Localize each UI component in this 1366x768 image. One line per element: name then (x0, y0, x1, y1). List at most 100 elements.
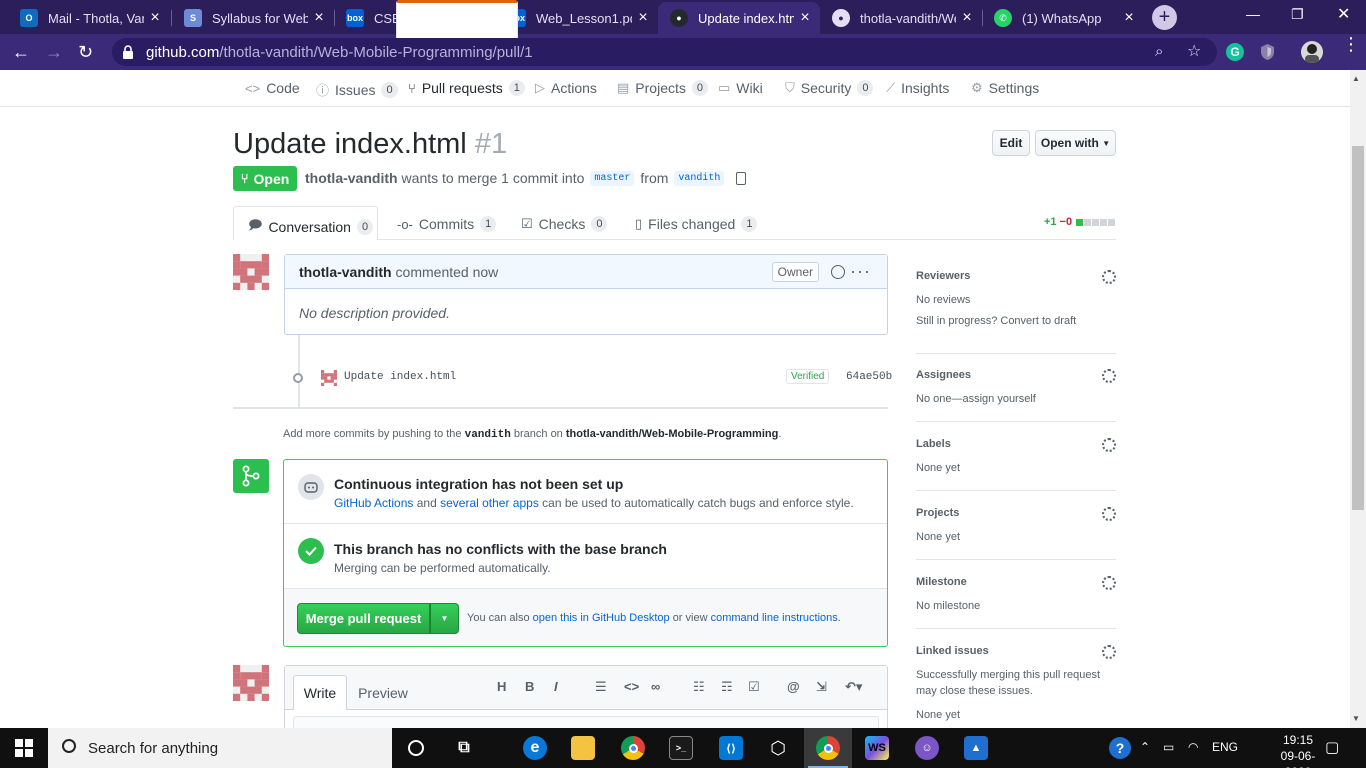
discord-icon[interactable]: ☺ (915, 736, 939, 760)
base-branch[interactable]: master (590, 170, 635, 186)
windows-start-icon[interactable] (15, 739, 33, 757)
reload-icon[interactable]: ↻ (78, 42, 93, 62)
kebab-menu-icon[interactable]: ··· (850, 261, 871, 282)
gear-icon[interactable] (1102, 369, 1116, 383)
pr-tab-commits[interactable]: -o- Commits 1 (397, 216, 497, 232)
mention-icon[interactable]: @ (787, 679, 800, 694)
repo-tab-insights[interactable]: ⟋ Insights (886, 80, 949, 96)
numbered-list-icon[interactable]: ☶ (721, 679, 733, 695)
preview-tab[interactable]: Preview (353, 675, 413, 710)
sidebar-heading[interactable]: Linked issues (916, 645, 1116, 657)
task-list-icon[interactable]: ☑ (748, 679, 760, 695)
cross-reference-icon[interactable]: ⇲ (816, 679, 827, 695)
bulleted-list-icon[interactable]: ☷ (693, 679, 705, 695)
repo-tab-projects[interactable]: ▤ Projects 0 (617, 80, 708, 96)
notification-icon[interactable]: ▢ (1325, 738, 1339, 756)
merge-method-dropdown[interactable]: ▼ (430, 603, 459, 634)
close-tab-icon[interactable]: × (960, 9, 974, 27)
avatar[interactable] (233, 665, 269, 701)
repo-tab-pull-requests[interactable]: ⑂ Pull requests 1 (408, 80, 525, 96)
chrome-active-icon[interactable] (816, 736, 840, 760)
battery-icon[interactable]: ▭ (1163, 740, 1174, 754)
close-tab-icon[interactable]: × (1122, 9, 1136, 27)
minimize-button[interactable]: — (1246, 6, 1260, 22)
photos-icon[interactable]: ▲ (964, 736, 988, 760)
edit-button[interactable]: Edit (992, 130, 1030, 156)
chrome-icon[interactable] (621, 736, 645, 760)
heading-icon[interactable]: H (497, 679, 506, 694)
close-tab-icon[interactable]: × (636, 9, 650, 27)
write-tab[interactable]: Write (293, 675, 347, 710)
commit-author-avatar[interactable] (321, 370, 337, 386)
virtualbox-icon[interactable]: ⬡ (766, 736, 790, 760)
cortana-icon[interactable] (404, 736, 428, 760)
command-line-instructions-link[interactable]: command line instructions (711, 612, 838, 624)
maximize-button[interactable]: ❐ (1291, 6, 1304, 23)
scroll-down-arrow-icon[interactable]: ▼ (1352, 714, 1360, 723)
commit-message-link[interactable]: Update index.html (344, 371, 456, 383)
repo-tab-actions[interactable]: ▷ Actions (535, 80, 597, 96)
assign-yourself-link[interactable]: No one—assign yourself (916, 391, 1116, 407)
convert-to-draft-link[interactable]: Still in progress? Convert to draft (916, 315, 1116, 327)
back-arrow-icon[interactable]: ← (12, 42, 30, 62)
terminal-icon[interactable]: >_ (669, 736, 693, 760)
github-actions-link[interactable]: GitHub Actions (334, 496, 413, 510)
task-view-icon[interactable]: ⧉ (452, 736, 476, 760)
code-icon[interactable]: <> (624, 679, 639, 694)
pr-tab-checks[interactable]: ☑ Checks 0 (521, 216, 608, 232)
bookmark-star-icon[interactable]: ☆ (1187, 41, 1201, 61)
language-indicator[interactable]: ENG (1212, 740, 1238, 754)
scrollbar-thumb[interactable] (1352, 146, 1364, 510)
clipboard-icon[interactable] (736, 171, 747, 185)
browser-tab-whatsapp[interactable]: ✆ (1) WhatsApp × (982, 2, 1144, 34)
new-tab-button[interactable]: + (1152, 5, 1177, 30)
repo-tab-issues[interactable]: ⓘ Issues 0 (316, 80, 398, 99)
quote-icon[interactable]: ☰ (595, 679, 607, 695)
browser-menu-icon[interactable]: ⋮ (1342, 35, 1360, 53)
browser-tab-mail[interactable]: O Mail - Thotla, Vandith × (8, 2, 170, 34)
zoom-search-icon[interactable]: ⌕ (1155, 43, 1163, 60)
close-tab-icon[interactable]: × (798, 9, 812, 27)
pr-author-link[interactable]: thotla-vandith (305, 170, 398, 186)
help-icon[interactable]: ? (1109, 737, 1131, 759)
browser-tab-repo[interactable]: ● thotla-vandith/Web-Mobile × (820, 2, 982, 34)
close-tab-icon[interactable]: × (312, 9, 326, 27)
pr-tab-files-changed[interactable]: ▯ Files changed 1 (635, 216, 758, 232)
other-apps-link[interactable]: several other apps (440, 496, 539, 510)
emoji-reaction-icon[interactable] (831, 265, 845, 279)
close-window-button[interactable]: ✕ (1337, 4, 1350, 24)
tray-chevron-up-icon[interactable]: ⌃ (1140, 740, 1150, 754)
avatar[interactable] (233, 254, 269, 290)
head-branch[interactable]: vandith (674, 170, 725, 186)
merge-pull-request-button[interactable]: Merge pull request (297, 603, 430, 634)
browser-tab-update-index[interactable]: ● Update index.html × (658, 2, 820, 34)
repo-tab-settings[interactable]: ⚙ Settings (971, 80, 1039, 96)
repo-tab-security[interactable]: ⛉ Security 0 (785, 80, 874, 96)
webstorm-icon[interactable]: WS (865, 736, 889, 760)
profile-avatar[interactable] (1301, 41, 1323, 63)
vscode-icon[interactable]: ⟨⟩ (719, 736, 743, 760)
grammarly-icon[interactable]: G (1226, 43, 1244, 61)
bold-icon[interactable]: B (525, 679, 534, 694)
scroll-up-arrow-icon[interactable]: ▲ (1352, 74, 1360, 83)
file-explorer-icon[interactable] (571, 736, 595, 760)
commit-sha-link[interactable]: 64ae50b (846, 371, 892, 383)
comment-author[interactable]: thotla-vandith (299, 264, 392, 280)
gear-icon[interactable] (1102, 438, 1116, 452)
gear-icon[interactable] (1102, 576, 1116, 590)
url-input[interactable]: github.com/thotla-vandith/Web-Mobile-Pro… (112, 38, 1217, 66)
link-icon[interactable]: ∞ (651, 679, 660, 694)
taskbar-search-input[interactable]: Search for anything (48, 728, 392, 768)
clock[interactable]: 19:15 09-06-2020 (1268, 732, 1328, 768)
wifi-icon[interactable]: ◠ (1188, 740, 1198, 754)
gear-icon[interactable] (1102, 270, 1116, 284)
repo-tab-wiki[interactable]: ▭ Wiki (718, 80, 763, 96)
sidebar-heading[interactable]: Assignees (916, 369, 1116, 381)
gear-icon[interactable] (1102, 507, 1116, 521)
browser-tab-syllabus[interactable]: S Syllabus for Web and Mobile × (172, 2, 334, 34)
browser-tab-lesson[interactable]: box Web_Lesson1.pdf | Powered by Box × (496, 2, 658, 34)
italic-icon[interactable]: I (554, 679, 558, 694)
sidebar-heading[interactable]: Projects (916, 507, 1116, 519)
pr-tab-conversation[interactable]: 🗩 Conversation 0 (248, 216, 374, 238)
gear-icon[interactable] (1102, 645, 1116, 659)
